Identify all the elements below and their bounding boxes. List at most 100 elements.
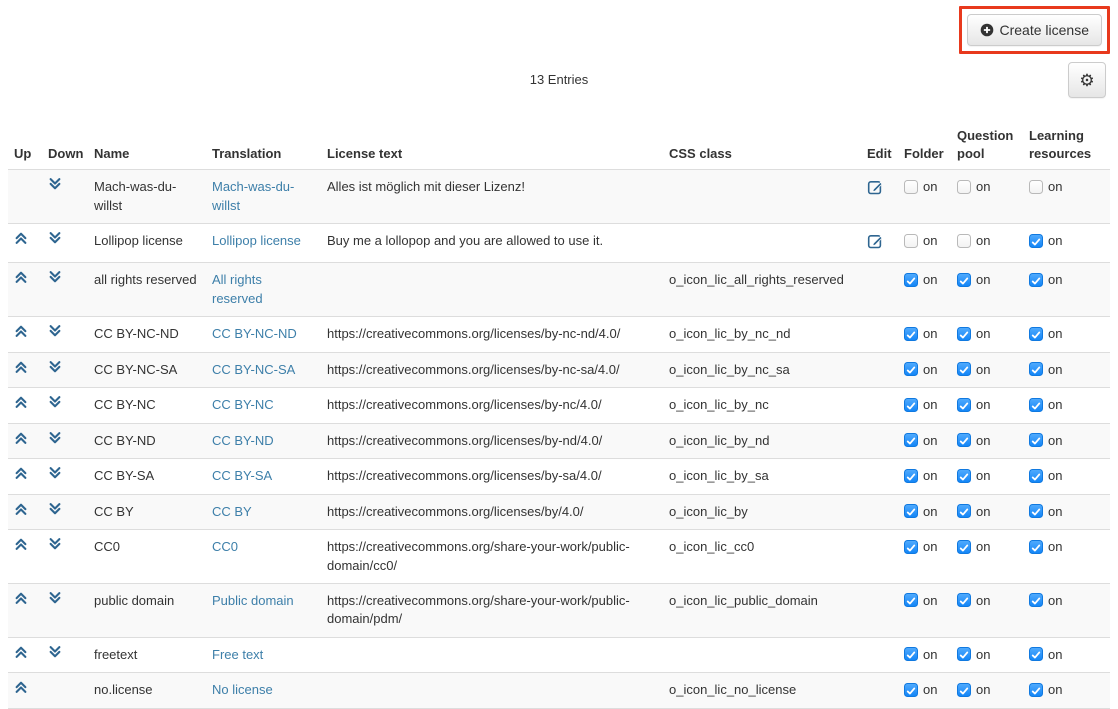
move-down-button[interactable] (48, 270, 62, 284)
translation-link[interactable]: All rights reserved (212, 272, 263, 305)
folder-checkbox[interactable] (904, 593, 918, 607)
folder-checkbox[interactable] (904, 647, 918, 661)
folder-checkbox[interactable] (904, 469, 918, 483)
checkbox-label: on (923, 682, 937, 697)
learning-resources-checkbox[interactable] (1029, 273, 1043, 287)
move-down-button[interactable] (48, 360, 62, 374)
move-down-cell (42, 170, 88, 224)
folder-checkbox[interactable] (904, 234, 918, 248)
learning-resources-cell: on (1023, 530, 1110, 584)
move-up-cell (8, 530, 42, 584)
header-name: Name (88, 120, 206, 170)
translation-link[interactable]: CC BY (212, 504, 252, 519)
learning-resources-checkbox[interactable] (1029, 362, 1043, 376)
move-up-button[interactable] (14, 270, 28, 284)
question-pool-checkbox[interactable] (957, 398, 971, 412)
question-pool-checkbox[interactable] (957, 504, 971, 518)
question-pool-cell: on (951, 388, 1023, 423)
learning-resources-checkbox[interactable] (1029, 180, 1043, 194)
move-down-button[interactable] (48, 324, 62, 338)
move-up-button[interactable] (14, 395, 28, 409)
question-pool-checkbox[interactable] (957, 683, 971, 697)
move-up-button[interactable] (14, 502, 28, 516)
translation-link[interactable]: CC0 (212, 539, 238, 554)
checkbox-label: on (976, 179, 990, 194)
learning-resources-checkbox[interactable] (1029, 234, 1043, 248)
question-pool-checkbox[interactable] (957, 273, 971, 287)
move-down-button[interactable] (48, 537, 62, 551)
translation-link[interactable]: No license (212, 682, 273, 697)
move-down-button[interactable] (48, 431, 62, 445)
move-down-button[interactable] (48, 645, 62, 659)
folder-checkbox[interactable] (904, 683, 918, 697)
learning-resources-checkbox[interactable] (1029, 504, 1043, 518)
angle-double-up-icon (14, 680, 28, 694)
move-up-button[interactable] (14, 680, 28, 694)
move-down-button[interactable] (48, 231, 62, 245)
header-question-pool: Question pool (951, 120, 1023, 170)
move-up-button[interactable] (14, 645, 28, 659)
move-up-button[interactable] (14, 360, 28, 374)
edit-button[interactable] (867, 232, 884, 249)
translation-link[interactable]: CC BY-NC-ND (212, 326, 297, 341)
learning-resources-checkbox[interactable] (1029, 683, 1043, 697)
question-pool-checkbox[interactable] (957, 647, 971, 661)
translation-link[interactable]: CC BY-NC-SA (212, 362, 295, 377)
table-row: CC BY-NDCC BY-NDhttps://creativecommons.… (8, 423, 1110, 458)
learning-resources-checkbox[interactable] (1029, 327, 1043, 341)
question-pool-checkbox[interactable] (957, 469, 971, 483)
table-row: freetextFree textononon (8, 637, 1110, 672)
learning-resources-checkbox[interactable] (1029, 540, 1043, 554)
learning-resources-checkbox[interactable] (1029, 433, 1043, 447)
move-up-button[interactable] (14, 537, 28, 551)
translation-link[interactable]: Free text (212, 647, 263, 662)
question-pool-checkbox[interactable] (957, 362, 971, 376)
learning-resources-checkbox[interactable] (1029, 647, 1043, 661)
move-down-button[interactable] (48, 591, 62, 605)
question-pool-checkbox[interactable] (957, 540, 971, 554)
folder-checkbox[interactable] (904, 540, 918, 554)
question-pool-checkbox[interactable] (957, 180, 971, 194)
folder-checkbox[interactable] (904, 180, 918, 194)
translation-link[interactable]: Lollipop license (212, 233, 301, 248)
folder-checkbox[interactable] (904, 504, 918, 518)
question-pool-checkbox[interactable] (957, 433, 971, 447)
move-up-button[interactable] (14, 591, 28, 605)
move-up-button[interactable] (14, 466, 28, 480)
move-down-cell (42, 637, 88, 672)
edit-cell (861, 583, 898, 637)
question-pool-cell: on (951, 583, 1023, 637)
move-up-cell (8, 263, 42, 317)
angle-double-down-icon (48, 431, 62, 445)
move-up-button[interactable] (14, 324, 28, 338)
move-up-button[interactable] (14, 431, 28, 445)
move-down-button[interactable] (48, 395, 62, 409)
question-pool-checkbox[interactable] (957, 327, 971, 341)
create-license-button[interactable]: Create license (967, 14, 1103, 46)
move-down-button[interactable] (48, 502, 62, 516)
folder-checkbox[interactable] (904, 362, 918, 376)
folder-checkbox[interactable] (904, 273, 918, 287)
folder-checkbox[interactable] (904, 327, 918, 341)
question-pool-checkbox[interactable] (957, 234, 971, 248)
translation-link[interactable]: CC BY-SA (212, 468, 272, 483)
learning-resources-checkbox[interactable] (1029, 398, 1043, 412)
translation-link[interactable]: Mach-was-du-willst (212, 179, 294, 212)
translation-link[interactable]: Public domain (212, 593, 294, 608)
learning-resources-checkbox[interactable] (1029, 469, 1043, 483)
table-settings-button[interactable]: ⚙ (1068, 62, 1106, 98)
move-up-cell (8, 423, 42, 458)
question-pool-checkbox[interactable] (957, 593, 971, 607)
translation-link[interactable]: CC BY-ND (212, 433, 274, 448)
edit-cell (861, 224, 898, 263)
translation-cell: CC BY-ND (206, 423, 321, 458)
folder-checkbox[interactable] (904, 433, 918, 447)
move-down-button[interactable] (48, 466, 62, 480)
move-down-button[interactable] (48, 177, 62, 191)
learning-resources-cell: on (1023, 423, 1110, 458)
move-up-button[interactable] (14, 231, 28, 245)
translation-link[interactable]: CC BY-NC (212, 397, 274, 412)
learning-resources-checkbox[interactable] (1029, 593, 1043, 607)
edit-button[interactable] (867, 178, 884, 195)
folder-checkbox[interactable] (904, 398, 918, 412)
